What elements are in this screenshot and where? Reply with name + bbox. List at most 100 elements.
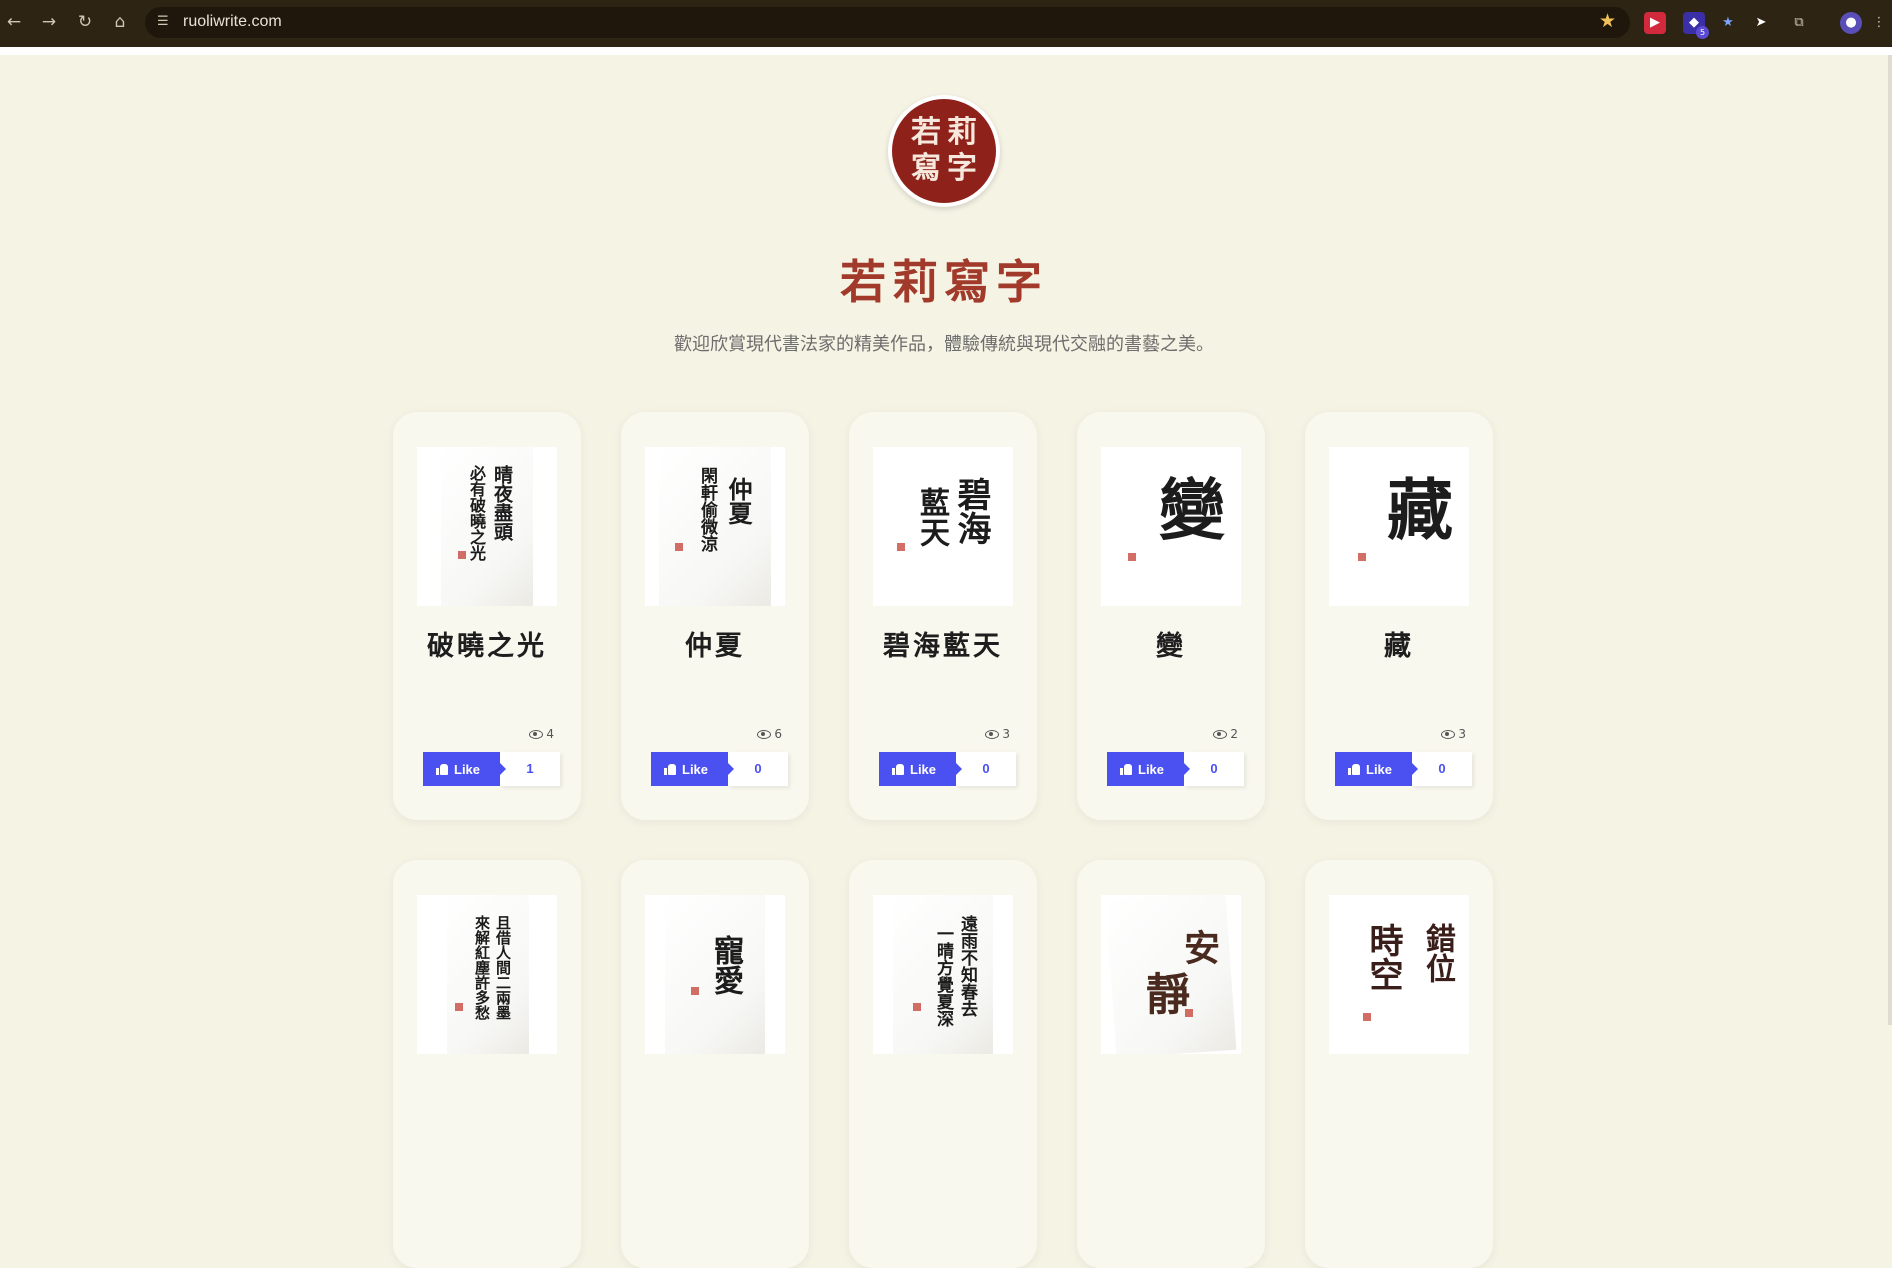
artwork-image[interactable]: 碧海 藍天 [873,447,1013,606]
artwork-card[interactable]: 寵愛 [621,860,809,1268]
brush-text: 變 [1148,475,1226,541]
eye-icon [1441,729,1456,739]
bookmark-star-icon[interactable]: ★ [1599,10,1616,32]
artwork-title[interactable]: 變 [1077,624,1265,663]
seal-char: 寫 [911,151,941,186]
artwork-title[interactable]: 仲夏 [621,624,809,663]
thumbs-up-icon [892,763,904,775]
thumbs-up-icon [1348,763,1360,775]
artwork-image[interactable]: 寵愛 [645,895,785,1054]
seal-char: 字 [947,151,977,186]
like-button[interactable]: Like [423,752,506,786]
like-widget: Like 0 [1335,752,1472,786]
red-seal-stamp [1363,1013,1371,1021]
like-label: Like [1366,761,1393,777]
like-count: 0 [956,752,1016,786]
view-count-value: 3 [1458,727,1466,741]
extension-star-icon[interactable]: ★ [1717,12,1739,34]
artwork-image[interactable]: 錯位 時空 [1329,895,1469,1054]
thumbs-up-icon [1120,763,1132,775]
artwork-card[interactable]: 變 變 2 Like 0 [1077,412,1265,820]
brush-text: 錯位 [1420,923,1455,983]
address-bar[interactable]: ☰ ruoliwrite.com ★ [145,7,1630,38]
eye-icon [1213,729,1228,739]
view-count: 2 [1213,727,1238,741]
scrollbar[interactable] [1888,55,1892,1025]
artwork-card[interactable]: 仲夏 閑軒偷微涼 仲夏 6 Like 0 [621,412,809,820]
brush-text: 且借人間二兩墨 [494,915,512,1020]
red-seal-stamp [1128,553,1136,561]
artwork-image[interactable]: 仲夏 閑軒偷微涼 [645,447,785,606]
artwork-card[interactable]: 安 靜 [1077,860,1265,1268]
brush-text: 一晴方覺夏深 [933,925,953,1027]
view-count-value: 3 [1002,727,1010,741]
like-button[interactable]: Like [1335,752,1418,786]
site-info-icon[interactable]: ☰ [157,14,169,29]
like-button[interactable]: Like [879,752,962,786]
extension-badge: 5 [1696,26,1709,39]
artwork-title[interactable]: 碧海藍天 [849,624,1037,663]
site-logo-seal[interactable]: 若 莉 寫 字 [888,95,1000,207]
artwork-card[interactable]: 藏 藏 3 Like 0 [1305,412,1493,820]
extensions-puzzle-icon[interactable]: ⧉ [1788,12,1810,34]
like-label: Like [682,761,709,777]
brush-text: 遠雨不知春去 [957,915,977,1017]
page-top-strip [0,47,1892,55]
artwork-card[interactable]: 且借人間二兩墨 來解紅塵許多愁 [393,860,581,1268]
brush-text: 仲夏 [724,477,753,525]
like-count: 0 [1184,752,1244,786]
artwork-image[interactable]: 遠雨不知春去 一晴方覺夏深 [873,895,1013,1054]
artwork-image[interactable]: 晴夜盡頭 必有破曉之光 [417,447,557,606]
forward-icon[interactable]: → [37,10,61,34]
artwork-card[interactable]: 碧海 藍天 碧海藍天 3 Like 0 [849,412,1037,820]
site-title: 若莉寫字 [840,255,1048,309]
like-widget: Like 0 [879,752,1016,786]
artwork-image[interactable]: 藏 [1329,447,1469,606]
red-seal-stamp [1185,1009,1193,1017]
view-count-value: 4 [546,727,554,741]
like-widget: Like 1 [423,752,560,786]
brush-text: 閑軒偷微涼 [697,467,717,552]
home-icon[interactable]: ⌂ [108,10,132,34]
artwork-image[interactable]: 變 [1101,447,1241,606]
like-button[interactable]: Like [651,752,734,786]
red-seal-stamp [1358,553,1366,561]
site-subtitle: 歡迎欣賞現代書法家的精美作品，體驗傳統與現代交融的書藝之美。 [674,334,1214,355]
eye-icon [757,729,772,739]
like-count: 0 [1412,752,1472,786]
like-label: Like [910,761,937,777]
red-seal-stamp [675,543,683,551]
artwork-title[interactable]: 破曉之光 [393,624,581,663]
like-widget: Like 0 [651,752,788,786]
browser-toolbar: ← → ↻ ⌂ ☰ ruoliwrite.com ★ ▶ ◆ 5 ★ ➤ ⧉ ● … [0,0,1892,47]
extension-red-icon[interactable]: ▶ [1644,12,1666,34]
menu-icon[interactable]: ⋮ [1872,12,1886,34]
brush-text: 藍天 [914,487,949,547]
profile-avatar[interactable]: ● [1840,12,1862,34]
artwork-card[interactable]: 錯位 時空 [1305,860,1493,1268]
artwork-image[interactable]: 且借人間二兩墨 來解紅塵許多愁 [417,895,557,1054]
artwork-card[interactable]: 遠雨不知春去 一晴方覺夏深 [849,860,1037,1268]
extension-purple-icon[interactable]: ◆ 5 [1683,12,1709,39]
like-widget: Like 0 [1107,752,1244,786]
thumbs-up-icon [664,763,676,775]
brush-text: 晴夜盡頭 [491,465,513,541]
brush-text: 時空 [1363,923,1403,991]
artwork-image[interactable]: 安 靜 [1101,895,1241,1054]
seal-background: 若 莉 寫 字 [892,99,996,203]
thumbs-up-icon [436,763,448,775]
back-icon[interactable]: ← [2,10,26,34]
view-count: 3 [985,727,1010,741]
red-seal-stamp [455,1003,463,1011]
seal-char: 若 [911,115,941,150]
like-button[interactable]: Like [1107,752,1190,786]
artwork-card[interactable]: 晴夜盡頭 必有破曉之光 破曉之光 4 Like 1 [393,412,581,820]
view-count: 4 [529,727,554,741]
seal-char: 莉 [947,115,977,150]
url-text[interactable]: ruoliwrite.com [183,13,282,31]
reload-icon[interactable]: ↻ [73,10,97,34]
extension-cursor-icon[interactable]: ➤ [1750,12,1772,34]
brush-text: 安 [1178,929,1220,965]
artwork-title[interactable]: 藏 [1305,624,1493,663]
view-count: 3 [1441,727,1466,741]
